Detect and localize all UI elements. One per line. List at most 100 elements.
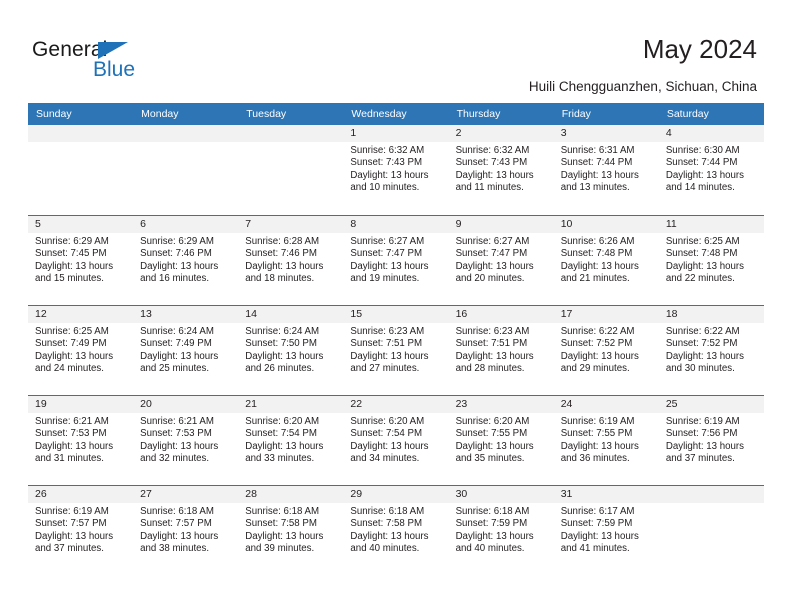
calendar-day-cell[interactable]: 26 Sunrise: 6:19 AM Sunset: 7:57 PM Dayligh…: [28, 485, 134, 575]
sunrise-text: Sunrise: 6:21 AM: [35, 416, 109, 427]
logo-triangle-icon: [98, 42, 128, 59]
sunrise-text: Sunrise: 6:19 AM: [35, 506, 109, 517]
day-sun-info: Sunrise: 6:21 AM Sunset: 7:53 PM Daylight:…: [28, 413, 133, 465]
calendar-day-cell[interactable]: 11 Sunrise: 6:25 AM Sunset: 7:48 PM Dayligh…: [658, 215, 764, 305]
sunset-text: Sunset: 7:44 PM: [560, 157, 633, 169]
day-cell-inner: 11 Sunrise: 6:25 AM Sunset: 7:48 PM Dayligh…: [658, 215, 764, 305]
calendar-day-cell[interactable]: [133, 125, 239, 215]
calendar-day-cell[interactable]: 6 Sunrise: 6:29 AM Sunset: 7:46 PM Daylight…: [133, 215, 239, 305]
calendar-day-cell[interactable]: 24 Sunrise: 6:19 AM Sunset: 7:55 PM Dayligh…: [553, 395, 659, 485]
daylight-text-line2: and 16 minutes.: [140, 272, 210, 284]
day-sun-info: Sunrise: 6:32 AM Sunset: 7:43 PM Daylight:…: [449, 142, 554, 194]
calendar-day-cell[interactable]: 2 Sunrise: 6:32 AM Sunset: 7:43 PM Daylight…: [448, 125, 554, 215]
daylight-text-line2: and 22 minutes.: [665, 272, 735, 284]
calendar-day-cell[interactable]: 14 Sunrise: 6:24 AM Sunset: 7:50 PM Dayligh…: [238, 305, 344, 395]
calendar-day-cell[interactable]: 20 Sunrise: 6:21 AM Sunset: 7:53 PM Dayligh…: [133, 395, 239, 485]
day-number: 21: [238, 396, 344, 413]
calendar-day-cell[interactable]: 7 Sunrise: 6:28 AM Sunset: 7:46 PM Daylight…: [238, 215, 344, 305]
daylight-text-line1: Daylight: 13 hours: [35, 260, 114, 272]
calendar-day-cell[interactable]: 29 Sunrise: 6:18 AM Sunset: 7:58 PM Dayligh…: [343, 485, 449, 575]
calendar-day-cell[interactable]: 23 Sunrise: 6:20 AM Sunset: 7:55 PM Dayligh…: [448, 395, 554, 485]
calendar-day-cell[interactable]: 31 Sunrise: 6:17 AM Sunset: 7:59 PM Dayligh…: [553, 485, 659, 575]
day-number: 1: [343, 125, 449, 142]
day-cell-inner: 26 Sunrise: 6:19 AM Sunset: 7:57 PM Dayligh…: [28, 485, 134, 575]
daylight-text-line1: Daylight: 13 hours: [140, 440, 219, 452]
sunset-text: Sunset: 7:59 PM: [455, 518, 528, 530]
daylight-text-line2: and 13 minutes.: [560, 181, 630, 193]
calendar-day-cell[interactable]: 17 Sunrise: 6:22 AM Sunset: 7:52 PM Dayligh…: [553, 305, 659, 395]
daylight-text-line1: Daylight: 13 hours: [140, 260, 219, 272]
sunset-text: Sunset: 7:43 PM: [350, 157, 423, 169]
calendar-day-cell[interactable]: 21 Sunrise: 6:20 AM Sunset: 7:54 PM Dayligh…: [238, 395, 344, 485]
calendar-day-cell[interactable]: 16 Sunrise: 6:23 AM Sunset: 7:51 PM Dayligh…: [448, 305, 554, 395]
daylight-text-line2: and 28 minutes.: [455, 362, 525, 374]
day-number: 22: [343, 396, 449, 413]
calendar-day-cell[interactable]: 3 Sunrise: 6:31 AM Sunset: 7:44 PM Daylight…: [553, 125, 659, 215]
sunset-text: Sunset: 7:54 PM: [245, 428, 317, 440]
day-cell-inner: 19 Sunrise: 6:21 AM Sunset: 7:53 PM Dayligh…: [28, 395, 134, 485]
calendar-day-cell[interactable]: 10 Sunrise: 6:26 AM Sunset: 7:48 PM Dayligh…: [553, 215, 659, 305]
day-cell-inner: 3 Sunrise: 6:31 AM Sunset: 7:44 PM Daylight…: [553, 125, 659, 215]
calendar-day-cell[interactable]: 27 Sunrise: 6:18 AM Sunset: 7:57 PM Dayligh…: [133, 485, 239, 575]
calendar-day-cell[interactable]: 13 Sunrise: 6:24 AM Sunset: 7:49 PM Dayligh…: [133, 305, 239, 395]
daylight-text-line2: and 19 minutes.: [350, 272, 420, 284]
day-sun-info: Sunrise: 6:22 AM Sunset: 7:52 PM Daylight:…: [659, 323, 764, 375]
day-sun-info: Sunrise: 6:20 AM Sunset: 7:55 PM Daylight:…: [449, 413, 554, 465]
day-number: 27: [133, 486, 239, 503]
daylight-text-line2: and 32 minutes.: [140, 452, 210, 464]
day-number: 25: [658, 396, 764, 413]
daylight-text-line1: Daylight: 13 hours: [455, 440, 534, 452]
calendar-day-cell[interactable]: [238, 125, 344, 215]
calendar-day-cell[interactable]: 25 Sunrise: 6:19 AM Sunset: 7:56 PM Dayligh…: [658, 395, 764, 485]
calendar-day-cell[interactable]: 18 Sunrise: 6:22 AM Sunset: 7:52 PM Dayligh…: [658, 305, 764, 395]
general-blue-logo[interactable]: General Blue: [32, 38, 172, 86]
calendar-day-cell[interactable]: 30 Sunrise: 6:18 AM Sunset: 7:59 PM Dayligh…: [448, 485, 554, 575]
calendar-day-cell[interactable]: [28, 125, 134, 215]
sunrise-text: Sunrise: 6:18 AM: [350, 506, 425, 517]
day-cell-inner: 29 Sunrise: 6:18 AM Sunset: 7:58 PM Dayligh…: [343, 485, 449, 575]
sunset-text: Sunset: 7:51 PM: [455, 338, 528, 350]
calendar-day-cell[interactable]: 22 Sunrise: 6:20 AM Sunset: 7:54 PM Dayligh…: [343, 395, 449, 485]
day-cell-inner: 27 Sunrise: 6:18 AM Sunset: 7:57 PM Dayligh…: [133, 485, 239, 575]
day-cell-inner: 8 Sunrise: 6:27 AM Sunset: 7:47 PM Daylight…: [343, 215, 449, 305]
calendar-day-cell[interactable]: 9 Sunrise: 6:27 AM Sunset: 7:47 PM Daylight…: [448, 215, 554, 305]
calendar-day-cell[interactable]: 8 Sunrise: 6:27 AM Sunset: 7:47 PM Daylight…: [343, 215, 449, 305]
day-number: 8: [343, 216, 449, 233]
day-number: 7: [238, 216, 344, 233]
sunset-text: Sunset: 7:57 PM: [140, 518, 212, 530]
day-number: 9: [448, 216, 554, 233]
day-cell-inner: 6 Sunrise: 6:29 AM Sunset: 7:46 PM Daylight…: [133, 215, 239, 305]
sunset-text: Sunset: 7:58 PM: [245, 518, 317, 530]
day-number: 11: [658, 216, 764, 233]
sunset-text: Sunset: 7:45 PM: [35, 248, 107, 260]
calendar-week-row: 5 Sunrise: 6:29 AM Sunset: 7:45 PM Daylight…: [28, 215, 764, 305]
calendar-day-cell[interactable]: 4 Sunrise: 6:30 AM Sunset: 7:44 PM Daylight…: [658, 125, 764, 215]
day-cell-inner: 18 Sunrise: 6:22 AM Sunset: 7:52 PM Dayligh…: [658, 305, 764, 395]
daylight-text-line2: and 41 minutes.: [560, 542, 630, 554]
daylight-text-line1: Daylight: 13 hours: [245, 530, 324, 542]
day-sun-info: Sunrise: 6:24 AM Sunset: 7:49 PM Daylight:…: [133, 323, 238, 375]
daylight-text-line2: and 39 minutes.: [245, 542, 315, 554]
calendar-day-cell[interactable]: 28 Sunrise: 6:18 AM Sunset: 7:58 PM Dayligh…: [238, 485, 344, 575]
sunset-text: Sunset: 7:57 PM: [35, 518, 107, 530]
calendar-day-cell[interactable]: 19 Sunrise: 6:21 AM Sunset: 7:53 PM Dayligh…: [28, 395, 134, 485]
sunrise-text: Sunrise: 6:20 AM: [455, 416, 530, 427]
sunset-text: Sunset: 7:44 PM: [665, 157, 738, 169]
daylight-text-line1: Daylight: 13 hours: [245, 350, 324, 362]
calendar-day-cell[interactable]: 1 Sunrise: 6:32 AM Sunset: 7:43 PM Daylight…: [343, 125, 449, 215]
calendar-day-cell[interactable]: [658, 485, 764, 575]
calendar-day-cell[interactable]: 15 Sunrise: 6:23 AM Sunset: 7:51 PM Dayligh…: [343, 305, 449, 395]
daylight-text-line2: and 31 minutes.: [35, 452, 104, 464]
calendar-week-row: 12 Sunrise: 6:25 AM Sunset: 7:49 PM Dayligh…: [28, 305, 764, 395]
sunset-text: Sunset: 7:54 PM: [350, 428, 423, 440]
day-number: [658, 486, 764, 503]
daylight-text-line1: Daylight: 13 hours: [35, 440, 114, 452]
sunrise-text: Sunrise: 6:18 AM: [455, 506, 530, 517]
daylight-text-line2: and 25 minutes.: [140, 362, 210, 374]
day-number: [28, 125, 134, 142]
daylight-text-line1: Daylight: 13 hours: [560, 169, 639, 181]
calendar-day-cell[interactable]: 12 Sunrise: 6:25 AM Sunset: 7:49 PM Dayligh…: [28, 305, 134, 395]
weekday-header-row: Sunday Monday Tuesday Wednesday Thursday…: [28, 103, 764, 125]
calendar-day-cell[interactable]: 5 Sunrise: 6:29 AM Sunset: 7:45 PM Daylight…: [28, 215, 134, 305]
page-title: May 2024: [642, 34, 757, 64]
